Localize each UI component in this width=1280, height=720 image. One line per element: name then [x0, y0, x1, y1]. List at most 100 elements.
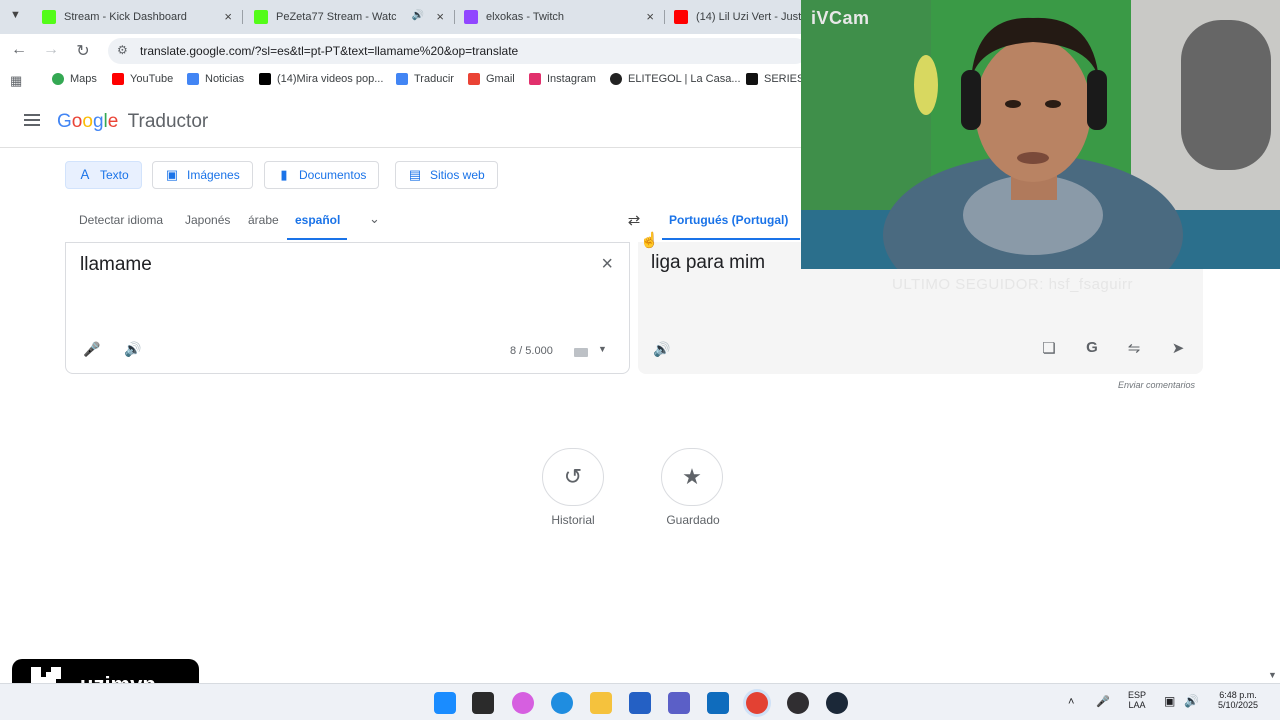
- store-icon[interactable]: [629, 692, 651, 714]
- volume-icon[interactable]: 🔊: [1184, 694, 1199, 708]
- tab-search-button[interactable]: ▼: [10, 9, 21, 21]
- youtube-icon: [112, 73, 124, 85]
- edge-icon[interactable]: [551, 692, 573, 714]
- outlook-icon[interactable]: [707, 692, 729, 714]
- close-icon[interactable]: ×: [601, 253, 613, 276]
- logo-letter: o: [71, 111, 83, 132]
- lang-layout: LAA: [1128, 700, 1146, 710]
- product-name: Traductor: [127, 111, 209, 132]
- lang-code: ESP: [1127, 690, 1146, 700]
- menu-icon[interactable]: [24, 114, 40, 126]
- character-count: 8 / 5.000: [510, 345, 553, 357]
- rate-translation-icon[interactable]: ⇋: [1124, 339, 1144, 357]
- source-lang-japanese[interactable]: Japonés: [185, 213, 230, 227]
- star-icon: ★: [682, 464, 702, 489]
- bookmark-maps[interactable]: Maps: [52, 73, 97, 85]
- forward-icon[interactable]: →: [41, 41, 61, 59]
- close-icon[interactable]: ×: [436, 9, 444, 24]
- keyboard-icon[interactable]: [574, 348, 588, 357]
- google-translate-logo[interactable]: Google Traductor: [57, 111, 208, 133]
- bookmark-label: Gmail: [486, 73, 515, 85]
- obs-icon[interactable]: [787, 692, 809, 714]
- network-icon[interactable]: ▣: [1164, 694, 1175, 708]
- soccer-icon: [610, 73, 622, 85]
- browser-tab[interactable]: elxokas - Twitch ×: [456, 4, 662, 30]
- windows-start-icon[interactable]: [434, 692, 456, 714]
- mode-label: Texto: [100, 168, 129, 182]
- close-icon[interactable]: ×: [224, 9, 232, 24]
- browser-tab[interactable]: PeZeta77 Stream - Watch L 🔊 ×: [246, 4, 452, 30]
- chevron-down-icon[interactable]: ▼: [598, 344, 607, 354]
- bookmark-label: Noticias: [205, 73, 245, 85]
- speaker-icon[interactable]: 🔊: [653, 341, 670, 358]
- source-lang-arabic[interactable]: árabe: [248, 213, 279, 227]
- saved-button[interactable]: ★: [661, 448, 723, 506]
- mode-documents-button[interactable]: ▮ Documentos: [264, 161, 380, 189]
- google-icon[interactable]: G: [1082, 339, 1102, 356]
- browser-tab[interactable]: Stream - Kick Dashboard ×: [34, 4, 240, 30]
- bookmark-traducir[interactable]: Traducir: [396, 73, 454, 85]
- image-icon: ▣: [165, 167, 179, 182]
- source-text-panel[interactable]: llamame × 🎤 🔊 8 / 5.000 ▼: [65, 242, 630, 374]
- chevron-down-icon[interactable]: ⌄: [369, 211, 380, 227]
- web-icon: ▤: [408, 167, 422, 182]
- copilot-icon[interactable]: [512, 692, 534, 714]
- bookmark-tiktok[interactable]: (14)Mira videos pop...: [259, 73, 383, 85]
- back-icon[interactable]: ←: [9, 41, 29, 59]
- clock-time: 6:48 p.m.: [1219, 690, 1257, 700]
- teams-icon[interactable]: [668, 692, 690, 714]
- site-settings-icon[interactable]: ⚙: [117, 43, 128, 57]
- hand-cursor-icon: ☝: [640, 232, 659, 249]
- history-button[interactable]: ↺: [542, 448, 604, 506]
- copy-icon[interactable]: ❏: [1039, 339, 1059, 357]
- bookmark-instagram[interactable]: Instagram: [529, 73, 596, 85]
- file-icon[interactable]: [472, 692, 494, 714]
- kick-icon: [42, 10, 56, 24]
- saved-label: Guardado: [666, 513, 720, 527]
- speaker-icon[interactable]: 🔊: [124, 341, 141, 358]
- target-lang-indicator: [662, 238, 800, 240]
- microphone-icon[interactable]: 🎤: [1096, 695, 1110, 708]
- bookmark-youtube[interactable]: YouTube: [112, 73, 173, 85]
- bookmark-gmail[interactable]: Gmail: [468, 73, 515, 85]
- mode-text-button[interactable]: Ａ Texto: [65, 161, 142, 189]
- bookmark-label: ELITEGOL | La Casa...: [628, 73, 741, 85]
- source-lang-detect[interactable]: Detectar idioma: [79, 213, 163, 227]
- steam-icon[interactable]: [826, 692, 848, 714]
- bookmark-label: Maps: [70, 73, 97, 85]
- url-text: translate.google.com/?sl=es&tl=pt-PT&tex…: [140, 44, 519, 58]
- chrome-icon[interactable]: [746, 692, 768, 714]
- logo-letter: G: [57, 111, 72, 132]
- speaker-icon[interactable]: 🔊: [412, 10, 424, 21]
- clock[interactable]: 6:48 p.m. 5/10/2025: [1208, 690, 1268, 710]
- mode-label: Sitios web: [430, 168, 485, 182]
- source-lang-spanish[interactable]: español: [295, 213, 340, 227]
- apps-icon[interactable]: ▦: [10, 73, 22, 89]
- bookmark-elitegol[interactable]: ELITEGOL | La Casa...: [610, 73, 741, 85]
- webcam-image: [801, 0, 1280, 269]
- microphone-icon[interactable]: 🎤: [83, 341, 100, 358]
- bookmark-noticias[interactable]: Noticias: [187, 73, 244, 85]
- kick-icon: [254, 10, 268, 24]
- windows-taskbar: ˄ 🎤 ESP LAA ▣ 🔊 6:48 p.m. 5/10/2025: [0, 683, 1280, 720]
- target-lang-portuguese[interactable]: Portugués (Portugal): [669, 213, 788, 227]
- tab-separator: [242, 10, 243, 24]
- maps-icon: [52, 73, 64, 85]
- input-language-indicator[interactable]: ESP LAA: [1124, 690, 1150, 710]
- close-icon[interactable]: ×: [646, 9, 654, 24]
- mode-websites-button[interactable]: ▤ Sitios web: [395, 161, 498, 189]
- bookmark-label: (14)Mira videos pop...: [277, 73, 384, 85]
- translated-text: liga para mim: [651, 252, 766, 273]
- folder-icon[interactable]: [590, 692, 612, 714]
- reload-icon[interactable]: ↻: [73, 41, 93, 61]
- twitch-icon: [464, 10, 478, 24]
- chevron-up-icon[interactable]: ˄: [1068, 696, 1074, 708]
- mode-images-button[interactable]: ▣ Imágenes: [152, 161, 253, 189]
- share-icon[interactable]: ➤: [1168, 339, 1188, 357]
- browser-tab[interactable]: (14) Lil Uzi Vert - Just W: [666, 4, 806, 30]
- scroll-down-arrow-icon[interactable]: ▼: [1268, 670, 1277, 680]
- source-text-input[interactable]: llamame: [80, 254, 152, 276]
- address-bar[interactable]: ⚙ translate.google.com/?sl=es&tl=pt-PT&t…: [108, 38, 808, 64]
- send-feedback-link[interactable]: Enviar comentarios: [1118, 380, 1195, 390]
- history-label: Historial: [551, 513, 595, 527]
